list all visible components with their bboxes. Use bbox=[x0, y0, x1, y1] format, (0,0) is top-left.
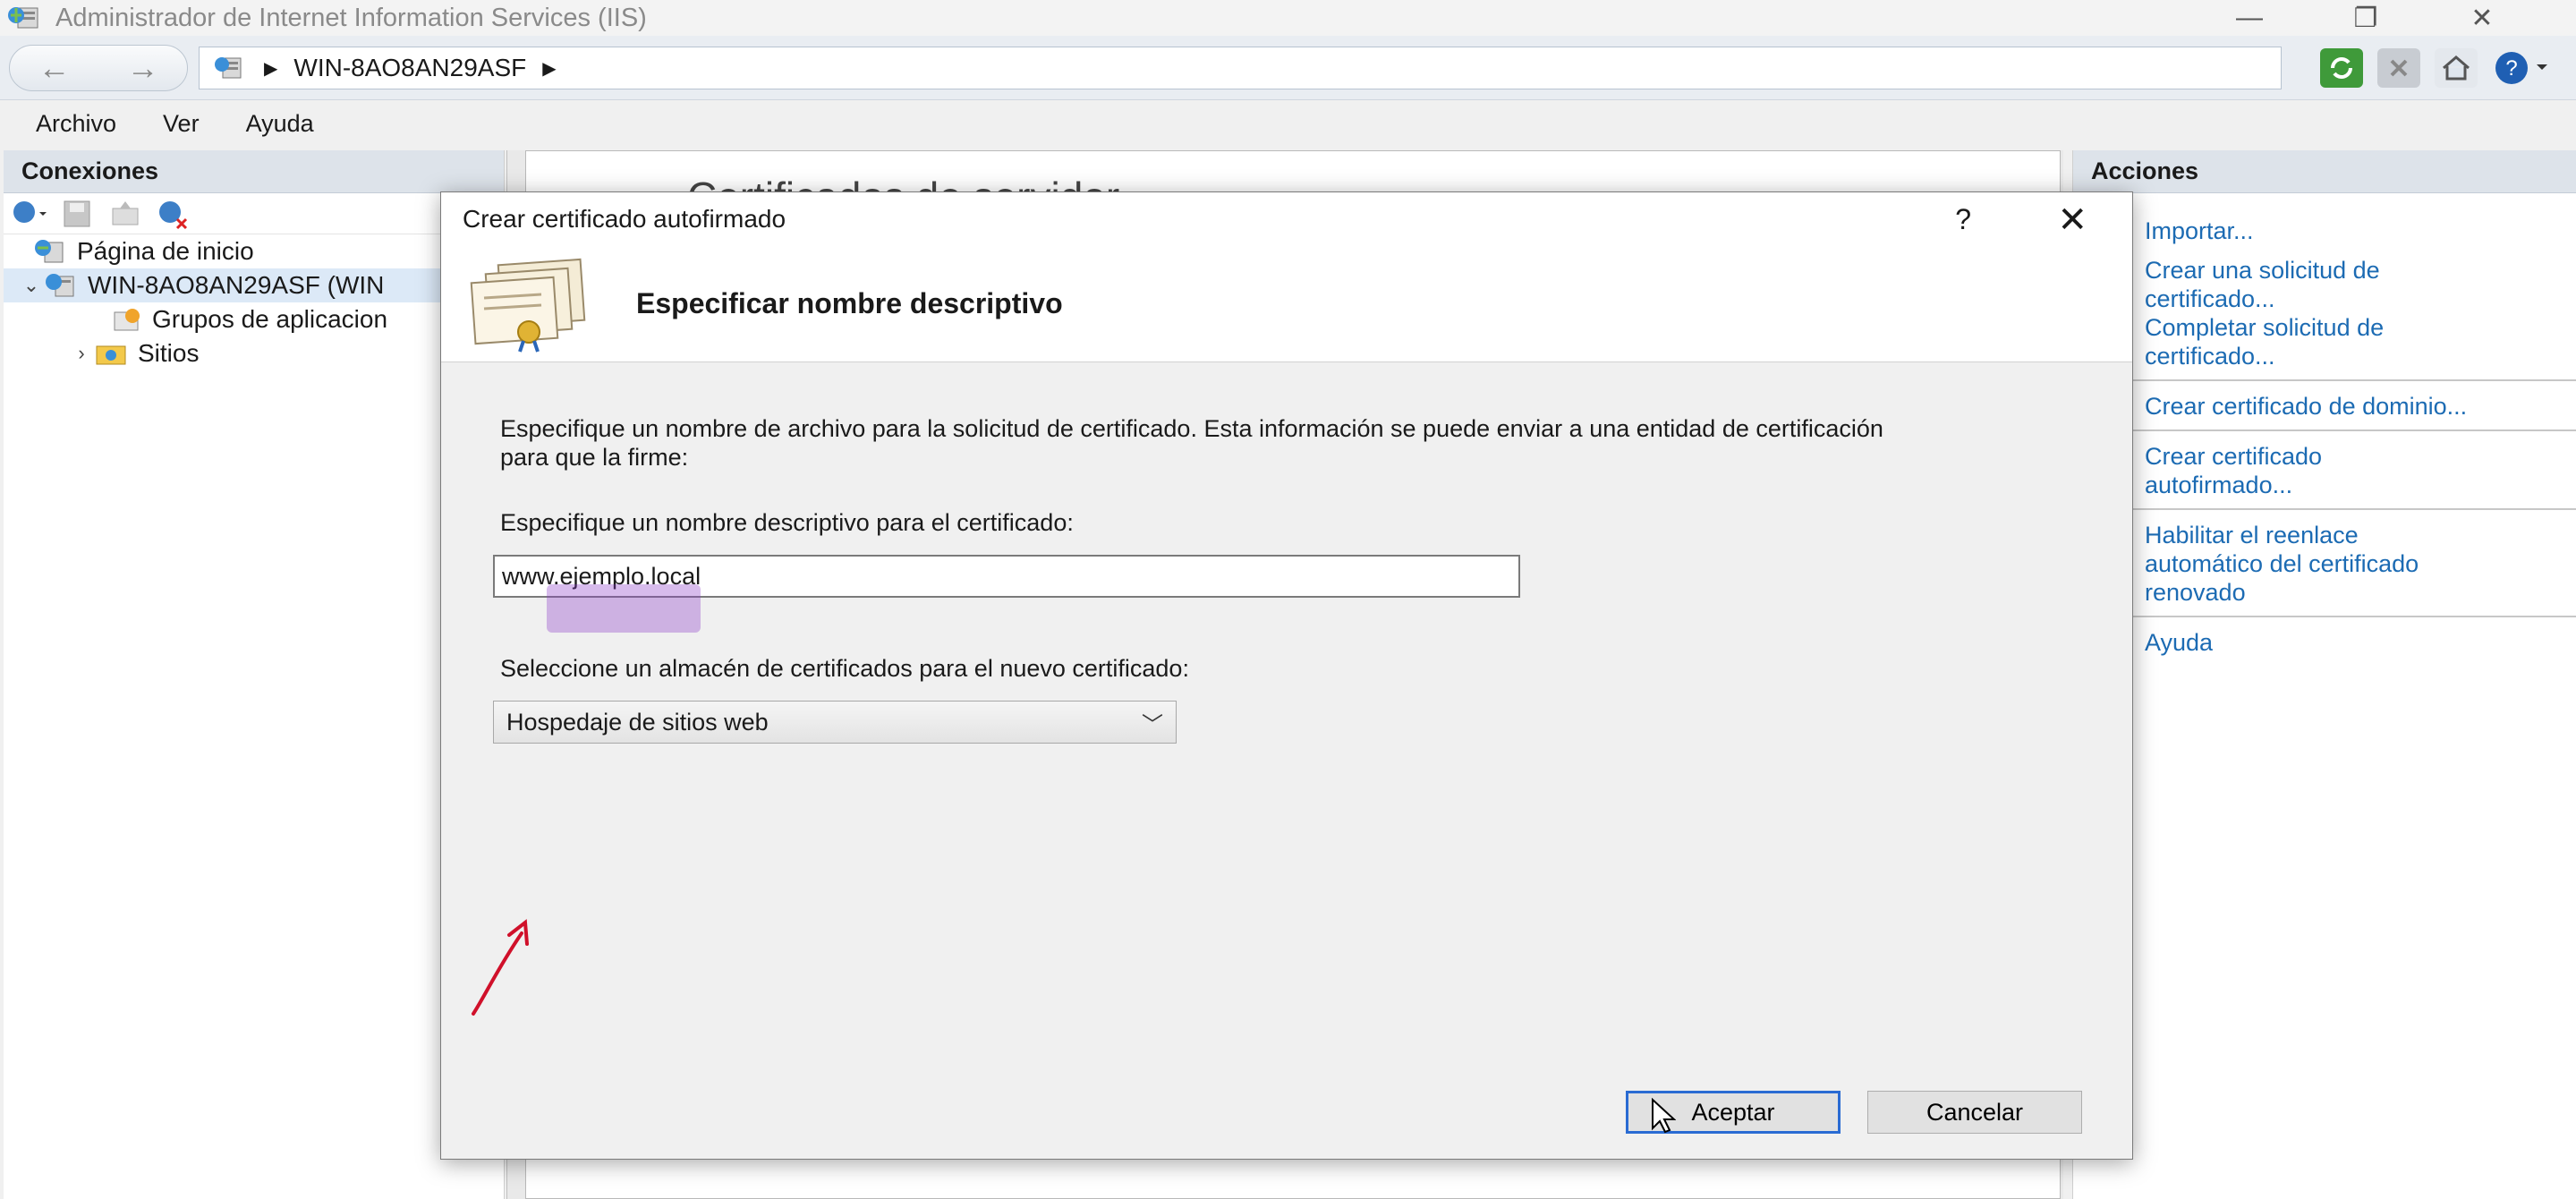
dialog-titlebar: Crear certificado autofirmado ? ✕ bbox=[441, 192, 2132, 246]
connections-header: Conexiones bbox=[4, 150, 504, 193]
action-crear-cert-autofirmado-cont[interactable]: autofirmado... bbox=[2145, 471, 2576, 499]
server-icon bbox=[212, 55, 248, 81]
dialog-heading: Especificar nombre descriptivo bbox=[636, 287, 1063, 319]
actions-pane: Acciones Importar... Crear una solicitud… bbox=[2072, 150, 2576, 1199]
action-crear-cert-dominio[interactable]: Crear certificado de dominio... bbox=[2145, 392, 2576, 421]
red-arrow-annotation bbox=[472, 919, 529, 1016]
sites-folder-icon bbox=[91, 339, 131, 368]
certificate-icon bbox=[461, 255, 595, 353]
tree-item-sites[interactable]: › Sitios bbox=[4, 336, 504, 370]
breadcrumb-separator-icon: ▶ bbox=[264, 58, 278, 79]
connections-tree: Página de inicio ⌄ WIN-8AO8AN29ASF (WIN … bbox=[4, 234, 504, 370]
friendly-name-input[interactable] bbox=[493, 555, 1520, 598]
breadcrumb-server[interactable]: WIN-8AO8AN29ASF bbox=[293, 54, 526, 82]
mouse-cursor-icon bbox=[1652, 1098, 1676, 1134]
dialog-help-button[interactable]: ? bbox=[1955, 203, 1971, 236]
back-arrow-icon[interactable]: ← bbox=[38, 49, 71, 87]
actions-header: Acciones bbox=[2073, 150, 2576, 193]
app-pool-icon bbox=[106, 305, 145, 334]
tree-item-home[interactable]: Página de inicio bbox=[4, 234, 504, 268]
expand-chevron-icon[interactable]: ⌄ bbox=[21, 274, 41, 297]
nav-buttons: ← → bbox=[9, 45, 188, 91]
chevron-down-icon: ﹀ bbox=[1142, 712, 1163, 737]
home-page-icon bbox=[30, 237, 70, 266]
window-titlebar: Administrador de Internet Information Se… bbox=[0, 0, 2576, 36]
cert-store-value: Hospedaje de sitios web bbox=[506, 708, 769, 736]
friendly-name-label: Especifique un nombre descriptivo para e… bbox=[500, 509, 1074, 536]
action-crear-cert-autofirmado[interactable]: Crear certificado bbox=[2145, 442, 2576, 471]
address-bar: ← → ▶ WIN-8AO8AN29ASF ▶ ? bbox=[0, 36, 2576, 100]
refresh-icon[interactable] bbox=[2320, 48, 2363, 88]
action-habilitar-reenlace-cont2[interactable]: renovado bbox=[2145, 578, 2576, 607]
action-ayuda[interactable]: Ayuda bbox=[2145, 628, 2576, 657]
tree-item-app-pools[interactable]: Grupos de aplicacion bbox=[4, 302, 504, 336]
action-habilitar-reenlace[interactable]: Habilitar el reenlace bbox=[2145, 521, 2576, 549]
connect-globe-icon[interactable] bbox=[11, 198, 47, 230]
cert-store-label: Seleccione un almacén de certificados pa… bbox=[500, 655, 1189, 682]
action-completar-solicitud-cont[interactable]: certificado... bbox=[2145, 342, 2576, 370]
action-crear-solicitud[interactable]: Crear una solicitud de bbox=[2145, 256, 2576, 285]
window-title: Administrador de Internet Information Se… bbox=[55, 3, 647, 32]
tree-item-label: Sitios bbox=[138, 339, 200, 367]
connections-pane: Conexiones Página de inicio ⌄ WIN-8AO8AN… bbox=[4, 150, 505, 1199]
tree-item-server[interactable]: ⌄ WIN-8AO8AN29ASF (WIN bbox=[4, 268, 504, 302]
action-habilitar-reenlace-cont1[interactable]: automático del certificado bbox=[2145, 549, 2576, 578]
tree-item-label: Grupos de aplicacion bbox=[152, 305, 388, 333]
server-icon bbox=[41, 271, 81, 300]
help-dropdown-icon[interactable]: ? bbox=[2492, 48, 2555, 88]
dialog-title: Crear certificado autofirmado bbox=[463, 205, 786, 233]
address-field[interactable]: ▶ WIN-8AO8AN29ASF ▶ bbox=[199, 47, 2282, 89]
tree-item-label: Página de inicio bbox=[77, 237, 254, 265]
action-crear-solicitud-cont[interactable]: certificado... bbox=[2145, 285, 2576, 313]
minimize-button[interactable]: — bbox=[2191, 0, 2308, 36]
tree-item-label: WIN-8AO8AN29ASF (WIN bbox=[88, 271, 385, 299]
cancel-button[interactable]: Cancelar bbox=[1867, 1091, 2082, 1134]
dialog-body: Especifique un nombre de archivo para la… bbox=[441, 362, 2132, 1016]
restore-button[interactable]: ❐ bbox=[2308, 0, 2424, 36]
svg-text:?: ? bbox=[2505, 56, 2517, 81]
home-icon[interactable] bbox=[2435, 48, 2478, 88]
menu-bar: Archivo Ver Ayuda bbox=[0, 100, 2576, 147]
menu-ayuda[interactable]: Ayuda bbox=[246, 110, 314, 138]
cert-store-select[interactable]: Hospedaje de sitios web ﹀ bbox=[493, 701, 1177, 744]
disconnect-icon[interactable] bbox=[156, 198, 191, 230]
actions-divider bbox=[2073, 508, 2576, 510]
save-icon[interactable] bbox=[59, 198, 95, 230]
action-completar-solicitud[interactable]: Completar solicitud de bbox=[2145, 313, 2576, 342]
close-window-button[interactable]: ✕ bbox=[2424, 0, 2540, 36]
actions-divider bbox=[2073, 429, 2576, 431]
dialog-header: Especificar nombre descriptivo bbox=[441, 246, 2132, 362]
forward-arrow-icon[interactable]: → bbox=[127, 49, 159, 87]
connections-toolbar bbox=[4, 193, 504, 234]
dialog-close-button[interactable]: ✕ bbox=[2057, 200, 2087, 241]
expand-chevron-icon[interactable]: › bbox=[72, 342, 91, 365]
stop-icon[interactable] bbox=[2377, 48, 2420, 88]
iis-app-icon bbox=[5, 4, 45, 31]
breadcrumb-separator-icon: ▶ bbox=[542, 58, 557, 79]
menu-archivo[interactable]: Archivo bbox=[36, 110, 116, 138]
create-self-signed-cert-dialog: Crear certificado autofirmado ? ✕ Especi… bbox=[440, 191, 2133, 1160]
up-folder-icon[interactable] bbox=[107, 198, 143, 230]
actions-divider bbox=[2073, 379, 2576, 381]
action-importar[interactable]: Importar... bbox=[2145, 217, 2576, 245]
menu-ver[interactable]: Ver bbox=[163, 110, 200, 138]
dialog-description: Especifique un nombre de archivo para la… bbox=[500, 415, 1883, 471]
actions-divider bbox=[2073, 616, 2576, 617]
